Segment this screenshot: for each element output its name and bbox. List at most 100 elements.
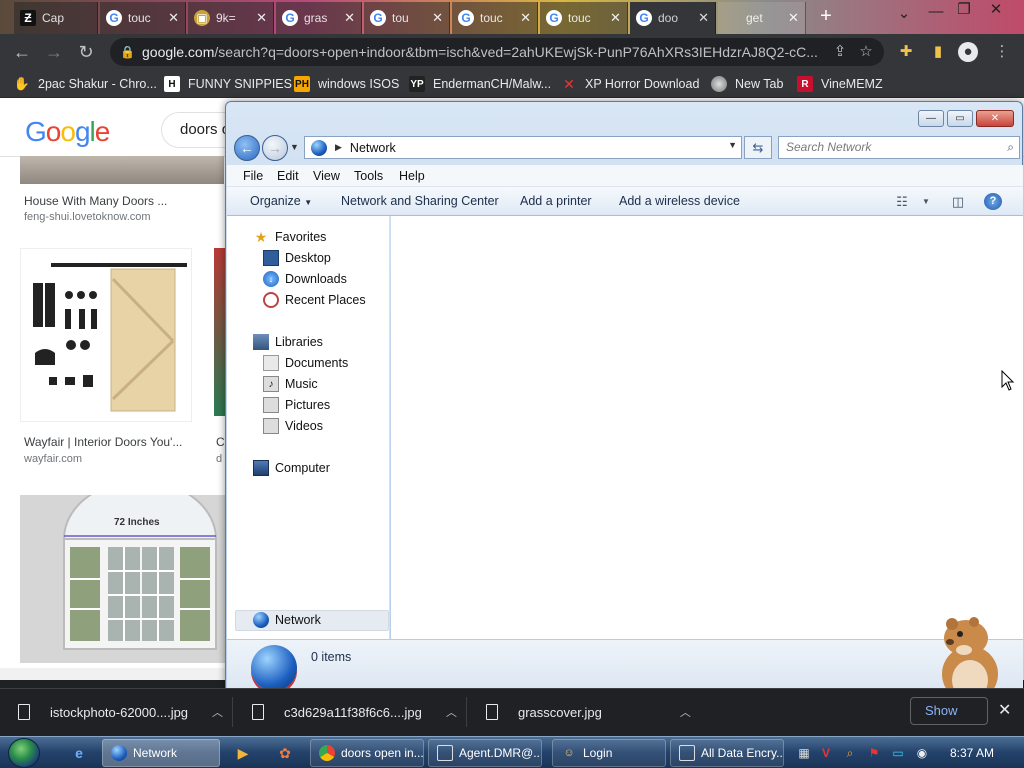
bookmark-item[interactable]: New Tab <box>711 75 783 93</box>
add-printer-button[interactable]: Add a printer <box>520 194 592 208</box>
browser-tab[interactable]: Ƶ Cap <box>14 2 98 34</box>
menu-edit[interactable]: Edit <box>277 169 299 183</box>
nav-recent-places[interactable]: Recent Places <box>263 290 366 310</box>
menu-view[interactable]: View <box>313 169 340 183</box>
start-orb-icon[interactable] <box>8 738 40 768</box>
kebab-menu-icon[interactable]: ⋮ <box>992 42 1012 62</box>
back-arrow-icon[interactable]: ← <box>10 40 34 64</box>
window-close-button[interactable]: ✕ <box>982 0 1010 20</box>
tab-search-chevron-icon[interactable]: ⌄ <box>890 4 918 24</box>
chevron-up-icon[interactable]: ︿ <box>446 704 457 720</box>
browser-tab-active[interactable]: G doo ✕ <box>630 2 716 34</box>
browser-tab[interactable]: G get ✕ <box>718 2 806 34</box>
browser-tab[interactable]: G touc ✕ <box>540 2 628 34</box>
tab-close-icon[interactable]: ✕ <box>256 10 267 26</box>
change-view-icon[interactable]: ☷ <box>893 193 911 210</box>
download-item[interactable]: grasscover.jpg ︿ <box>486 701 691 723</box>
back-button[interactable]: ← <box>234 135 260 161</box>
breadcrumb-arrow-icon[interactable]: ▶ <box>335 142 342 153</box>
bookmark-item[interactable]: PH windows ISOS <box>294 75 399 93</box>
nav-videos[interactable]: Videos <box>263 416 323 436</box>
organize-button[interactable]: Organize ▼ <box>250 194 312 208</box>
bookmark-item[interactable]: ✋ 2pac Shakur - Chro... <box>14 75 157 93</box>
help-icon[interactable]: ? <box>984 193 1002 210</box>
tab-close-icon[interactable]: ✕ <box>344 10 355 26</box>
browser-tab[interactable]: G touc ✕ <box>452 2 538 34</box>
file-list-area[interactable] <box>391 216 1023 639</box>
bookmark-item[interactable]: H FUNNY SNIPPIES <box>164 75 292 93</box>
forward-arrow-icon[interactable]: → <box>42 40 66 64</box>
download-item[interactable]: istockphoto-62000....jpg ︿ <box>18 701 223 723</box>
paint-icon[interactable]: ✿ <box>274 742 296 764</box>
minimize-button[interactable]: — <box>918 110 944 127</box>
chevron-up-icon[interactable]: ︿ <box>212 704 223 720</box>
nav-downloads[interactable]: ↓ Downloads <box>263 269 347 289</box>
view-options-chevron-icon[interactable]: ▼ <box>917 193 935 210</box>
window-restore-button[interactable]: ❐ <box>950 0 978 20</box>
tab-close-icon[interactable]: ✕ <box>610 10 621 26</box>
nav-pictures[interactable]: Pictures <box>263 395 330 415</box>
tab-close-icon[interactable]: ✕ <box>788 10 799 26</box>
browser-tab[interactable]: G gras ✕ <box>276 2 362 34</box>
media-icon[interactable]: ▶ <box>232 742 254 764</box>
browser-tab[interactable]: ▣ 9k= ✕ <box>188 2 274 34</box>
show-all-button[interactable]: Show <box>910 697 988 725</box>
close-icon[interactable]: ✕ <box>998 700 1011 720</box>
taskbar-button[interactable]: Agent.DMR@... <box>428 739 542 767</box>
new-tab-button[interactable]: + <box>812 6 840 26</box>
browser-tab[interactable]: G touc ✕ <box>100 2 186 34</box>
download-item[interactable]: c3d629a11f38f6c6....jpg ︿ <box>252 701 457 723</box>
tray-flag-icon[interactable]: ⚑ <box>866 745 882 761</box>
horizontal-scrollbar[interactable] <box>0 668 230 680</box>
bookmark-item[interactable]: R VineMEMZ <box>797 75 883 93</box>
google-logo[interactable]: Google <box>25 116 110 148</box>
side-panel-icon[interactable]: ▮ <box>928 42 948 62</box>
result-caption[interactable]: House With Many Doors ... <box>24 194 167 208</box>
browser-tab[interactable]: G tou ✕ <box>364 2 450 34</box>
preview-pane-icon[interactable]: ◫ <box>949 193 967 210</box>
taskbar-button[interactable]: All Data Encry... <box>670 739 784 767</box>
nav-network[interactable]: Network <box>253 610 321 630</box>
tab-close-icon[interactable]: ✕ <box>432 10 443 26</box>
bookmark-item[interactable]: YP EndermanCH/Malw... <box>409 75 551 93</box>
menu-file[interactable]: File <box>243 169 263 183</box>
explorer-address-bar[interactable]: ▶ Network ▼ <box>304 136 742 159</box>
window-minimize-button[interactable]: — <box>922 2 950 22</box>
refresh-button[interactable]: ⇆ <box>744 136 772 159</box>
result-image[interactable] <box>20 248 192 422</box>
bookmark-star-icon[interactable]: ☆ <box>856 42 876 62</box>
address-location[interactable]: Network <box>350 141 396 155</box>
tray-app-icon[interactable]: ▦ <box>796 745 812 761</box>
nav-documents[interactable]: Documents <box>263 353 348 373</box>
taskbar-button[interactable]: ☺ Login <box>552 739 666 767</box>
tray-monitor-icon[interactable]: ▭ <box>890 745 906 761</box>
close-button[interactable]: ✕ <box>976 110 1014 127</box>
share-icon[interactable]: ⇪ <box>830 42 850 62</box>
recent-pages-chevron-icon[interactable]: ▼ <box>290 142 299 152</box>
tab-close-icon[interactable]: ✕ <box>168 10 179 26</box>
tray-search-icon[interactable]: ⌕ <box>842 745 858 761</box>
profile-avatar-icon[interactable]: ● <box>958 42 978 62</box>
menu-help[interactable]: Help <box>399 169 425 183</box>
result-image[interactable]: 72 Inches <box>20 495 226 663</box>
network-sharing-center-button[interactable]: Network and Sharing Center <box>341 194 499 208</box>
internet-explorer-icon[interactable]: e <box>68 742 90 764</box>
tray-v-icon[interactable]: V <box>818 745 834 761</box>
add-wireless-device-button[interactable]: Add a wireless device <box>619 194 740 208</box>
tray-volume-icon[interactable]: ◉ <box>914 745 930 761</box>
nav-libraries[interactable]: Libraries <box>253 332 323 352</box>
chevron-up-icon[interactable]: ︿ <box>680 704 691 720</box>
taskbar-button[interactable]: doors open in... <box>310 739 424 767</box>
maximize-button[interactable]: ▭ <box>947 110 973 127</box>
tab-close-icon[interactable]: ✕ <box>520 10 531 26</box>
bookmark-item[interactable]: ✕ XP Horror Download <box>561 75 699 93</box>
nav-computer[interactable]: Computer <box>253 458 330 478</box>
tab-close-icon[interactable]: ✕ <box>698 10 709 26</box>
address-bar[interactable]: 🔒 google.com/search?q=doors+open+indoor&t… <box>110 38 884 66</box>
result-image[interactable] <box>20 156 224 184</box>
result-caption[interactable]: C <box>216 435 225 449</box>
taskbar-clock[interactable]: 8:37 AM <box>950 746 994 760</box>
nav-desktop[interactable]: Desktop <box>263 248 331 268</box>
explorer-search-input[interactable]: Search Network ⌕ <box>778 136 1020 159</box>
extensions-puzzle-icon[interactable]: ✚ <box>896 42 916 62</box>
